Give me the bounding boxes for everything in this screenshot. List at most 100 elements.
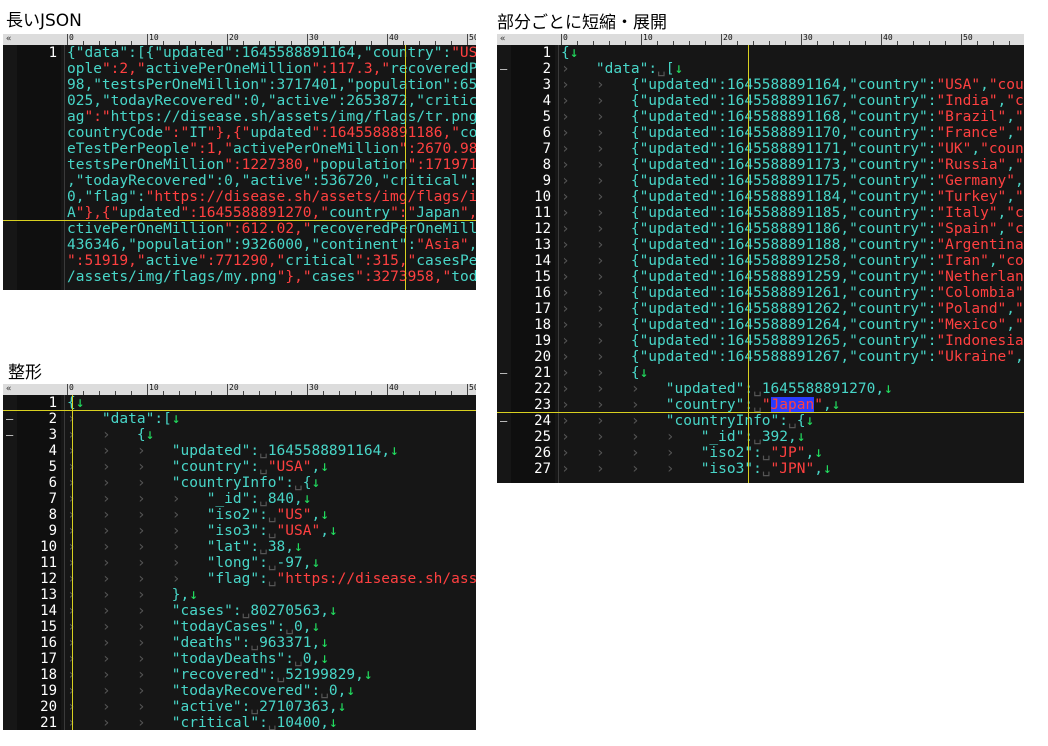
code-line[interactable]: › › › › "iso2":␣"US",↓: [67, 507, 329, 523]
code-line[interactable]: {"data":[{"updated":1645588891164,"count…: [67, 45, 476, 61]
code-line[interactable]: › › › › "long":␣-97,↓: [67, 555, 320, 571]
editor-long-json[interactable]: « 0 10 20 30 40 50 1 {"data":[{"updated":1645588…: [3, 34, 476, 290]
code-line[interactable]: › › › "country":␣"USA",↓: [67, 459, 329, 475]
code-line[interactable]: › › {↓: [67, 427, 154, 443]
code-line[interactable]: › › {"updated":1645588891261,"country":"…: [561, 285, 1024, 301]
code-line[interactable]: › › {"updated":1645588891164,"country":"…: [561, 77, 1024, 93]
ruler-tick: [801, 34, 802, 45]
editor-formatted[interactable]: «01020304050––12345678910111213141516171…: [3, 384, 476, 730]
line-number: 21: [40, 715, 57, 730]
code-line[interactable]: › › › › "flag":␣"https://disease.sh/asse…: [67, 571, 476, 587]
ruler-label: 20: [723, 34, 733, 42]
ruler-tick: [721, 34, 722, 45]
code-line[interactable]: › "data":[↓: [67, 411, 181, 427]
code-line[interactable]: › › › › "iso2":␣"JP",↓: [561, 445, 823, 461]
code-line[interactable]: › › {"updated":1645588891264,"country":"…: [561, 317, 1024, 333]
code-line[interactable]: › › {"updated":1645588891175,"country":"…: [561, 173, 1024, 189]
code-line[interactable]: › › {"updated":1645588891262,"country":"…: [561, 301, 1024, 317]
code-line[interactable]: › › › "todayRecovered":␣0,↓: [67, 683, 355, 699]
code-line[interactable]: › › {"updated":1645588891171,"country":"…: [561, 141, 1024, 157]
code-line[interactable]: › › › "recovered":␣52199829,↓: [67, 667, 373, 683]
fold-toggle-icon[interactable]: –: [6, 427, 13, 443]
code-line[interactable]: › › {"updated":1645588891258,"country":"…: [561, 253, 1024, 269]
ruler-tick: [881, 34, 882, 45]
code-line[interactable]: 0,"flag":"https://disease.sh/assets/img/…: [67, 189, 476, 205]
double-chevron-left-icon[interactable]: «: [497, 34, 559, 45]
line-number: 21: [534, 365, 551, 381]
code-line[interactable]: › › {"updated":1645588891265,"country":"…: [561, 333, 1024, 349]
code-area[interactable]: {↓› "data":[↓› › {↓› › › "updated":␣1645…: [65, 395, 476, 730]
line-number: 24: [534, 413, 551, 429]
fold-toggle-icon[interactable]: –: [500, 413, 507, 429]
line-number: 23: [534, 397, 551, 413]
code-line[interactable]: {↓: [561, 45, 578, 61]
code-line[interactable]: › › {"updated":1645588891167,"country":"…: [561, 93, 1024, 109]
ruler-label: 0: [69, 34, 74, 42]
code-line[interactable]: ,"todayRecovered":0,"active":536720,"cri…: [67, 173, 476, 189]
line-number: 6: [542, 125, 551, 141]
code-line[interactable]: 436346,"population":9326000,"continent":…: [67, 237, 476, 253]
ruler-scale: 0 10 20 30 40 50: [67, 34, 476, 45]
double-chevron-left-icon[interactable]: «: [3, 34, 65, 45]
editor-fold[interactable]: «0 10 20 30 40 50– – –1 2 3 4 5 6 7 8 9 10 11 12 13 14 15 16 17…: [497, 34, 1024, 483]
code-line[interactable]: › › › "deaths":␣963371,↓: [67, 635, 329, 651]
code-line[interactable]: › "data":␣[↓: [561, 61, 683, 77]
code-line[interactable]: 98,"testsPerOneMillion":3717401,"populat…: [67, 77, 476, 93]
code-line[interactable]: › › › "todayCases":␣0,↓: [67, 619, 320, 635]
line-number: 19: [534, 333, 551, 349]
code-line[interactable]: ag":"https://disease.sh/assets/img/flags…: [67, 109, 476, 125]
code-line[interactable]: › › {"updated":1645588891173,"country":"…: [561, 157, 1024, 173]
code-line[interactable]: › › {"updated":1645588891188,"country":"…: [561, 237, 1024, 253]
fold-toggle-icon[interactable]: –: [500, 61, 507, 77]
code-line[interactable]: › › › "countryInfo":␣{↓: [561, 413, 814, 429]
code-line[interactable]: ctivePerOneMillion":612.02,"recoveredPer…: [67, 221, 476, 237]
code-line[interactable]: › › › "updated":␣1645588891270,↓: [561, 381, 893, 397]
code-line[interactable]: › › › › "lat":␣38,↓: [67, 539, 303, 555]
fold-toggle-icon[interactable]: –: [500, 365, 507, 381]
line-number: 11: [40, 555, 57, 571]
code-line[interactable]: {↓: [67, 395, 84, 411]
code-line[interactable]: › › {"updated":1645588891185,"country":"…: [561, 205, 1024, 221]
code-area[interactable]: {↓ › "data":␣[↓ › › {"updated":16455888911…: [559, 45, 1024, 483]
line-number: 15: [40, 619, 57, 635]
code-line[interactable]: › › › "country":␣"Japan",↓: [561, 397, 840, 413]
code-line[interactable]: › › › },↓: [67, 587, 198, 603]
code-line[interactable]: › › › "critical":␣10400,↓: [67, 715, 338, 730]
eol-arrow-icon: ↓: [346, 683, 356, 699]
code-line[interactable]: › › › "active":␣27107363,↓: [67, 699, 346, 715]
ruler-tick: [467, 34, 468, 45]
double-chevron-left-icon[interactable]: «: [3, 384, 65, 395]
line-number: 8: [542, 157, 551, 173]
fold-toggle-icon[interactable]: –: [6, 411, 13, 427]
code-line[interactable]: › › {"updated":1645588891168,"country":"…: [561, 109, 1024, 125]
code-line[interactable]: › › {"updated":1645588891259,"country":"…: [561, 269, 1024, 285]
line-number: 16: [40, 635, 57, 651]
code-line[interactable]: › › › "cases":␣80270563,↓: [67, 603, 338, 619]
code-area[interactable]: {"data":[{"updated":1645588891164,"count…: [65, 45, 476, 290]
code-line[interactable]: › › › "updated":␣1645588891164,↓: [67, 443, 399, 459]
code-line[interactable]: testsPerOneMillion":1227380,"population"…: [67, 157, 476, 173]
code-line[interactable]: eTestPerPeople":1,"activePerOneMillion":…: [67, 141, 476, 157]
code-line[interactable]: › › {"updated":1645588891267,"country":"…: [561, 349, 1024, 365]
code-line[interactable]: › › › › "iso3":␣"JPN",↓: [561, 461, 832, 477]
code-line[interactable]: › › › › "_id":␣392,↓: [561, 429, 805, 445]
code-line[interactable]: › › › › "iso3":␣"USA",↓: [67, 523, 338, 539]
code-line[interactable]: ":51919,"active":771290,"critical":315,"…: [67, 253, 476, 269]
code-line[interactable]: countryCode":"IT"},{"updated":1645588891…: [67, 125, 476, 141]
cursor-column: [405, 45, 406, 290]
code-line[interactable]: ople":2,"activePerOneMillion":117.3,"rec…: [67, 61, 476, 77]
line-number: 18: [534, 317, 551, 333]
ruler-label: 20: [229, 384, 239, 392]
code-line[interactable]: › › {"updated":1645588891186,"country":"…: [561, 221, 1024, 237]
code-line[interactable]: › › › › "_id":␣840,↓: [67, 491, 311, 507]
code-line[interactable]: /assets/img/flags/my.png"},"cases":32739…: [67, 269, 476, 285]
code-line[interactable]: › › {"updated":1645588891170,"country":"…: [561, 125, 1024, 141]
ruler-tick: [467, 384, 468, 395]
code-line[interactable]: › › › "todayDeaths":␣0,↓: [67, 651, 329, 667]
code-line[interactable]: 025,"todayRecovered":0,"active":2653872,…: [67, 93, 476, 109]
code-line[interactable]: › › › "countryInfo":␣{↓: [67, 475, 320, 491]
code-line[interactable]: › › {↓: [561, 365, 648, 381]
code-line[interactable]: A"},{"updated":1645588891270,"country":"…: [67, 205, 476, 221]
code-line[interactable]: › › {"updated":1645588891184,"country":"…: [561, 189, 1024, 205]
fold-gutter: – –: [3, 395, 17, 730]
